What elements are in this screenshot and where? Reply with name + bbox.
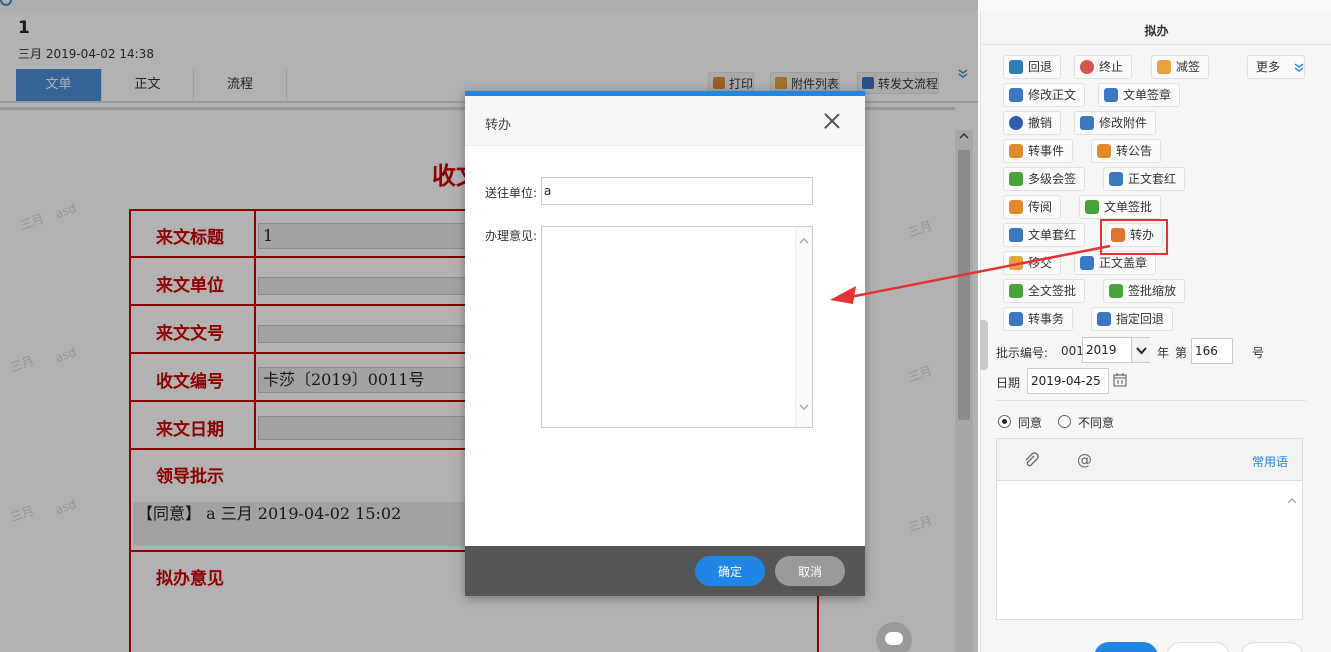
action-label: 转公告 bbox=[1116, 144, 1153, 158]
secondary-button[interactable] bbox=[1240, 642, 1304, 652]
disagree-label: 不同意 bbox=[1078, 416, 1115, 430]
action-designated-return-button[interactable]: 指定回退 bbox=[1091, 307, 1174, 331]
year-select[interactable]: 2019 bbox=[1082, 337, 1150, 363]
comment-scrollbar[interactable] bbox=[1285, 483, 1300, 619]
agree-label: 同意 bbox=[1018, 416, 1043, 430]
action-multi-sign-button[interactable]: 多级会签 bbox=[1003, 167, 1086, 191]
return-icon bbox=[1009, 60, 1023, 74]
action-form-approve-button[interactable]: 文单签批 bbox=[1079, 195, 1162, 219]
scroll-up-icon bbox=[1287, 497, 1297, 504]
action-label: 转事件 bbox=[1028, 144, 1065, 158]
scroll-down-icon bbox=[799, 404, 809, 411]
cancel-button[interactable]: 取消 bbox=[775, 556, 845, 586]
calendar-icon[interactable] bbox=[1113, 373, 1127, 387]
action-label: 修改附件 bbox=[1099, 116, 1148, 130]
action-circulate-button[interactable]: 传阅 bbox=[1003, 195, 1062, 219]
chat-bubble-icon[interactable] bbox=[876, 622, 912, 652]
approve-icon bbox=[1085, 200, 1099, 214]
paperclip-icon[interactable] bbox=[1023, 452, 1039, 468]
task-icon bbox=[1009, 312, 1023, 326]
user-return-icon bbox=[1097, 312, 1111, 326]
dialog-header bbox=[465, 96, 865, 146]
annotation-arrow bbox=[830, 244, 1111, 304]
action-edit-body-button[interactable]: 修改正文 bbox=[1003, 83, 1086, 107]
close-icon[interactable] bbox=[820, 109, 844, 133]
action-revoke-button[interactable]: 撤销 bbox=[1003, 111, 1062, 135]
action-to-task-button[interactable]: 转事务 bbox=[1003, 307, 1074, 331]
transfer-dialog: 转办 送往单位: 办理意见: 确定 取消 bbox=[465, 91, 865, 596]
opinion-textarea[interactable] bbox=[541, 226, 813, 428]
panel-title: 拟办 bbox=[1144, 24, 1169, 38]
action-label: 转事务 bbox=[1028, 312, 1065, 326]
year-unit: 年 bbox=[1157, 346, 1170, 360]
action-label: 撤销 bbox=[1028, 116, 1053, 130]
edit-icon bbox=[1009, 88, 1023, 102]
notice-icon bbox=[1097, 144, 1111, 158]
scroll-up-icon bbox=[799, 237, 809, 244]
mention-icon[interactable]: @ bbox=[1077, 451, 1092, 469]
panel-divider bbox=[996, 400, 1306, 401]
revoke-icon bbox=[1009, 116, 1023, 130]
action-label: 修改正文 bbox=[1028, 88, 1077, 102]
action-to-event-button[interactable]: 转事件 bbox=[1003, 139, 1074, 163]
action-label: 减签 bbox=[1176, 60, 1201, 74]
action-return-button[interactable]: 回退 bbox=[1003, 55, 1062, 79]
date-label: 日期 bbox=[996, 376, 1021, 390]
common-phrases-link[interactable]: 常用语 bbox=[1252, 453, 1288, 470]
action-label: 传阅 bbox=[1028, 200, 1053, 214]
opinion-label: 办理意见: bbox=[485, 229, 538, 243]
seq-unit: 号 bbox=[1252, 346, 1265, 360]
stop-icon bbox=[1080, 60, 1094, 74]
approval-no-label: 批示编号: bbox=[996, 346, 1049, 360]
action-label: 正文套红 bbox=[1128, 172, 1177, 186]
action-label: 多级会签 bbox=[1028, 172, 1077, 186]
action-to-notice-button[interactable]: 转公告 bbox=[1091, 139, 1162, 163]
year-value: 2019 bbox=[1086, 343, 1117, 357]
panel-collapse-handle[interactable] bbox=[980, 320, 988, 370]
user-stamp-icon bbox=[1104, 88, 1118, 102]
comment-toolbar: @ 常用语 bbox=[997, 439, 1302, 481]
approval-prefix: 001 bbox=[1061, 344, 1084, 358]
disagree-radio[interactable] bbox=[1058, 415, 1071, 428]
seq-prefix: 第 bbox=[1175, 346, 1188, 360]
action-body-redhead-button[interactable]: 正文套红 bbox=[1103, 167, 1186, 191]
send-to-input[interactable] bbox=[541, 177, 813, 205]
action-edit-attachment-button[interactable]: 修改附件 bbox=[1074, 111, 1157, 135]
more-actions-button[interactable]: 更多 bbox=[1247, 55, 1306, 79]
action-label: 回退 bbox=[1028, 60, 1053, 74]
opinion-scrollbar[interactable] bbox=[795, 227, 812, 427]
seq-input[interactable]: 166 bbox=[1191, 338, 1233, 364]
action-label: 文单签章 bbox=[1123, 88, 1172, 102]
action-terminate-button[interactable]: 终止 bbox=[1074, 55, 1133, 79]
rss-icon bbox=[1009, 200, 1023, 214]
action-label: 签批缩放 bbox=[1128, 284, 1177, 298]
agree-radio[interactable] bbox=[998, 415, 1011, 428]
action-form-seal-button[interactable]: 文单签章 bbox=[1098, 83, 1181, 107]
dialog-title: 转办 bbox=[485, 118, 512, 133]
attachment-edit-icon bbox=[1080, 116, 1094, 130]
send-to-label: 送往单位: bbox=[485, 186, 538, 200]
chevron-down-icon[interactable] bbox=[1131, 338, 1150, 362]
redhead-icon bbox=[1109, 172, 1123, 186]
action-remove-signer-button[interactable]: 减签 bbox=[1151, 55, 1210, 79]
panel-divider bbox=[981, 44, 1331, 45]
action-label: 指定回退 bbox=[1116, 312, 1165, 326]
event-icon bbox=[1009, 144, 1023, 158]
submit-button[interactable] bbox=[1094, 642, 1158, 652]
date-input[interactable]: 2019-04-25 bbox=[1027, 368, 1109, 394]
more-label: 更多 bbox=[1256, 60, 1281, 74]
double-chevron-down-icon bbox=[1294, 63, 1304, 72]
secondary-button[interactable] bbox=[1166, 642, 1230, 652]
user-minus-icon bbox=[1157, 60, 1171, 74]
users-icon bbox=[1009, 172, 1023, 186]
confirm-button[interactable]: 确定 bbox=[695, 556, 765, 586]
action-label: 终止 bbox=[1099, 60, 1124, 74]
comment-editor: @ 常用语 bbox=[996, 438, 1303, 620]
action-label: 文单签批 bbox=[1104, 200, 1153, 214]
